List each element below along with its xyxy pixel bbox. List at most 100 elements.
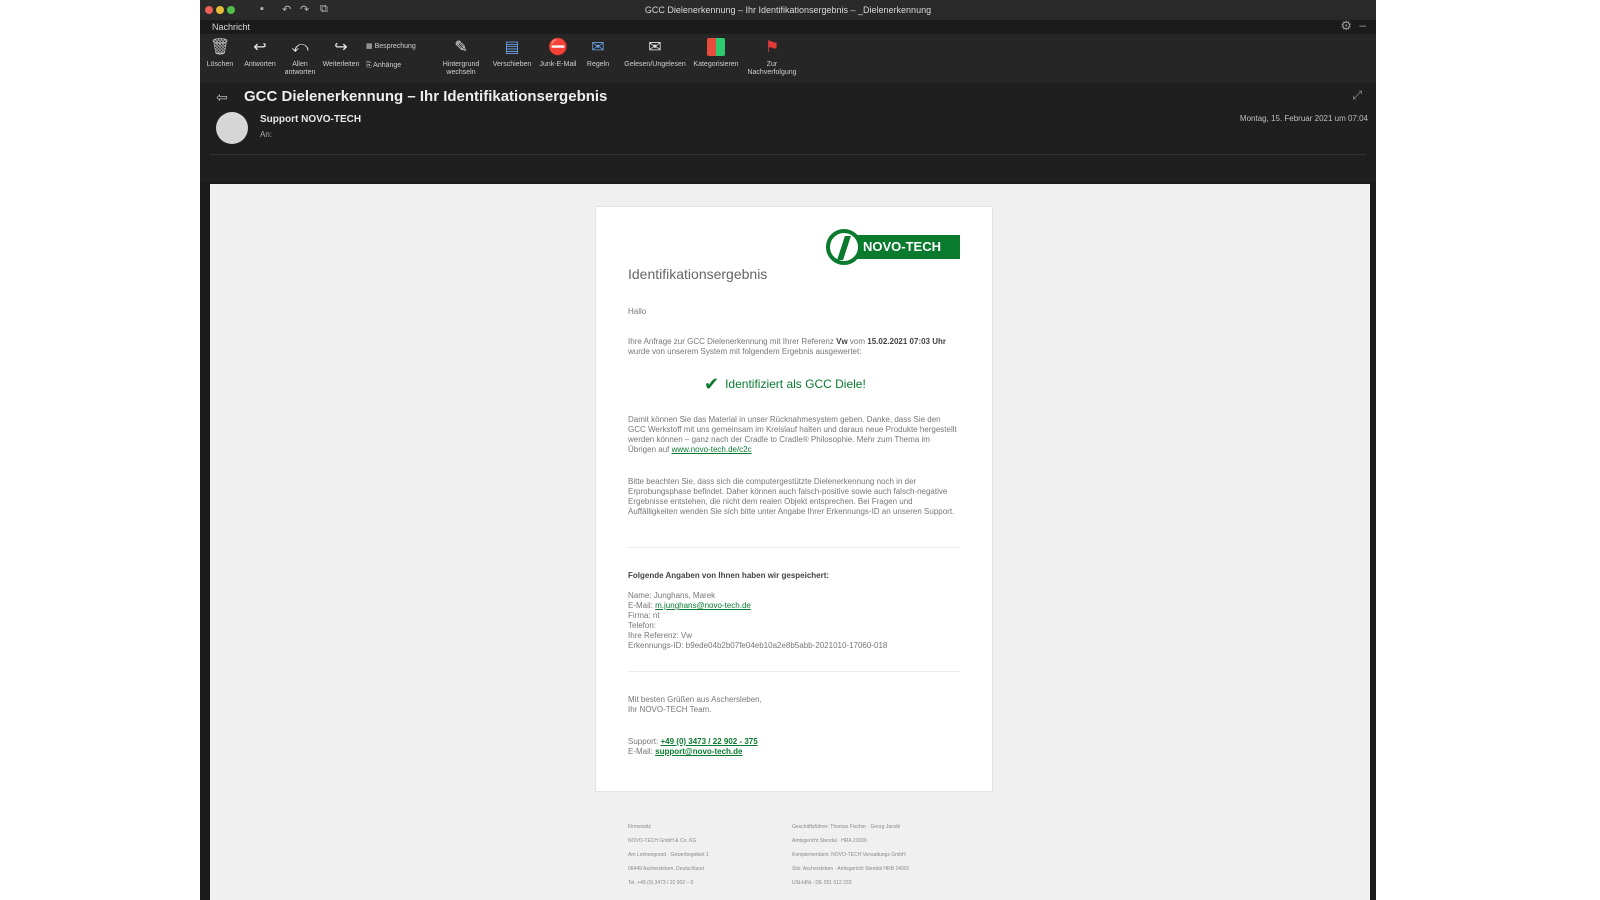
message-date: Montag, 15. Februar 2021 um 07:04 [1239,114,1368,123]
message-back-icon[interactable]: ⇦ [216,89,228,106]
collapse-ribbon-icon[interactable]: – [1359,18,1366,32]
rules-button[interactable]: ✉ Regeln [582,38,614,69]
footer-right: Geschäftsführer: Thomas Fischer · Georg … [792,820,909,890]
stored-data-heading: Folgende Angaben von Ihnen haben wir ges… [628,571,830,580]
meeting-button[interactable]: ▦ Besprechung [366,42,416,50]
delete-label: Löschen [206,61,234,68]
meeting-label: Besprechung [374,43,416,50]
greeting: Hallo [628,307,647,316]
section-divider-2 [628,671,960,672]
mail-window: ▪ ↶ ↷ ⧉ GCC Dielenerkennung – Ihr Identi… [200,0,1376,900]
email-title: Identifikationsergebnis [628,266,768,282]
ribbon-toolbar: 🗑 Löschen ↩ Antworten ⤺ Allen antworten … [200,34,1376,82]
delete-button[interactable]: 🗑 Löschen [204,38,236,69]
attachment-label: Anhänge [373,62,402,69]
footer-right-line: USt-IdNr.: DE 261 012 233 [792,880,852,886]
intro-reference: Vw [836,337,848,346]
title-bar: ▪ ↶ ↷ ⧉ GCC Dielenerkennung – Ihr Identi… [200,0,1376,20]
footer-left-line: Firmensitz [628,824,652,830]
junk-icon: ⛔ [548,39,568,56]
result-text: Identifiziert als GCC Diele! [725,377,866,391]
follow-up-label: Zur Nachverfolgung [747,61,797,76]
support-label: Support: [628,737,659,746]
logo-emblem-icon [826,229,862,265]
reply-all-button[interactable]: ⤺ Allen antworten [280,38,320,77]
read-unread-button[interactable]: ✉ Gelesen/Ungelesen [622,38,688,69]
footer-left-line: Tel. +49 (0) 3473 / 22 902 – 0 [628,880,694,886]
data-email-link[interactable]: m.junghans@novo-tech.de [655,601,751,610]
footer-right-line: Amtsgericht Stendal · HRA 21006 [792,838,867,844]
footer-left-line: 06449 Aschersleben, Deutschland [628,866,704,872]
reply-button[interactable]: ↩ Antworten [240,38,280,69]
forward-icon: ↪ [334,39,348,56]
support-phone-row: Support: +49 (0) 3473 / 22 902 - 375 [628,737,960,747]
envelope-icon: ✉ [648,39,662,56]
data-company-row: Firma: nt [628,611,660,620]
support-email-label: E-Mail: [628,747,653,756]
trash-icon: 🗑 [210,39,231,56]
data-recognition-id-row: Erkennungs-ID: b9ede04b2b07fe04eb10a2e8b… [628,641,888,650]
footer-right-line: Geschäftsführer: Thomas Fischer · Georg … [792,824,901,830]
intro-paragraph: Ihre Anfrage zur GCC Dielenerkennung mit… [628,337,960,357]
intro-text-a: Ihre Anfrage zur GCC Dielenerkennung mit… [628,337,834,346]
sender-name[interactable]: Support NOVO-TECH [260,114,361,125]
read-unread-label: Gelesen/Ungelesen [624,61,686,68]
rules-label: Regeln [586,61,610,68]
footer-left: Firmensitz NOVO-TECH GmbH & Co. KG Am Le… [628,820,709,890]
background-label: Hintergrund wechseln [442,61,480,76]
closing: Mit besten Grüßen aus Aschersleben, Ihr … [628,695,960,715]
message-header: ⇦ GCC Dielenerkennung – Ihr Identifikati… [200,82,1376,182]
flag-icon: ⚑ [764,39,780,56]
disclaimer-paragraph: Bitte beachten Sie, dass sich die comput… [628,477,955,516]
result-line: ✔ Identifiziert als GCC Diele! [704,375,866,393]
intro-time: 07:03 Uhr [909,337,947,346]
reply-all-label: Allen antworten [284,61,316,76]
footer-right-line: Sitz: Aschersleben · Amtsgericht Stendal… [792,866,910,872]
reply-icon: ↩ [253,39,267,56]
categorize-label: Kategorisieren [693,61,739,68]
folder-move-icon: ▤ [504,39,520,56]
support-block: Support: +49 (0) 3473 / 22 902 - 375 E-M… [628,737,960,757]
footer-right-line: Komplementärin: NOVO-TECH Verwaltungs Gm… [792,852,906,858]
pop-out-icon[interactable]: ⤢ [1352,88,1362,103]
checkmark-icon: ✔ [704,374,720,394]
email-card: NOVO-TECH Identifikationsergebnis Hallo … [595,206,993,792]
rules-icon: ✉ [591,39,605,56]
closing-line-1: Mit besten Grüßen aus Aschersleben, [628,695,762,704]
novo-tech-logo: NOVO-TECH [826,229,964,267]
footer-left-line: NOVO-TECH GmbH & Co. KG [628,838,697,844]
recipient-line: An: [260,130,273,139]
support-email-link[interactable]: support@novo-tech.de [655,747,742,756]
follow-up-button[interactable]: ⚑ Zur Nachverfolgung [744,38,800,77]
forward-button[interactable]: ↪ Weiterleiten [320,38,362,69]
junk-button[interactable]: ⛔ Junk-E-Mail [536,38,580,69]
sender-avatar [216,112,248,144]
brush-icon: ✎ [454,39,468,56]
recycling-paragraph: Damit können Sie das Material in unser R… [628,415,960,455]
move-button[interactable]: ▤ Verschieben [492,38,532,69]
intro-text-b: vom [849,337,866,346]
message-subject: GCC Dielenerkennung – Ihr Identifikation… [244,88,608,105]
gear-icon[interactable]: ⚙ [1340,18,1352,34]
footer-left-line: Am Leimengrund · Gewerbegebiet 1 [628,852,709,858]
section-divider [628,547,960,548]
junk-label: Junk-E-Mail [539,61,577,68]
data-reference-row: Ihre Referenz: Vw [628,631,693,640]
support-phone-link[interactable]: +49 (0) 3473 / 22 902 - 375 [660,737,757,746]
move-label: Verschieben [492,61,532,68]
closing-line-2: Ihr NOVO-TECH Team. [628,705,712,714]
stored-data-list: Name: Junghans, Marek E-Mail: m.junghans… [628,591,960,651]
reply-all-icon: ⤺ [291,39,309,56]
intro-date: 15.02.2021 [867,337,908,346]
support-email-row: E-Mail: support@novo-tech.de [628,747,960,757]
data-email-label: E-Mail: [628,601,653,610]
tab-message[interactable]: Nachricht [212,22,250,32]
data-name-row: Name: Junghans, Marek [628,591,716,600]
window-title: GCC Dielenerkennung – Ihr Identifikation… [644,5,932,15]
reading-pane[interactable]: NOVO-TECH Identifikationsergebnis Hallo … [210,184,1370,900]
attachment-button[interactable]: ⎘ Anhänge [366,62,401,70]
c2c-link[interactable]: www.novo-tech.de/c2c [672,445,752,454]
background-button[interactable]: ✎ Hintergrund wechseln [438,38,484,77]
categorize-button[interactable]: Kategorisieren [690,38,742,69]
intro-text-c: wurde von unserem System mit folgendem E… [628,347,862,356]
